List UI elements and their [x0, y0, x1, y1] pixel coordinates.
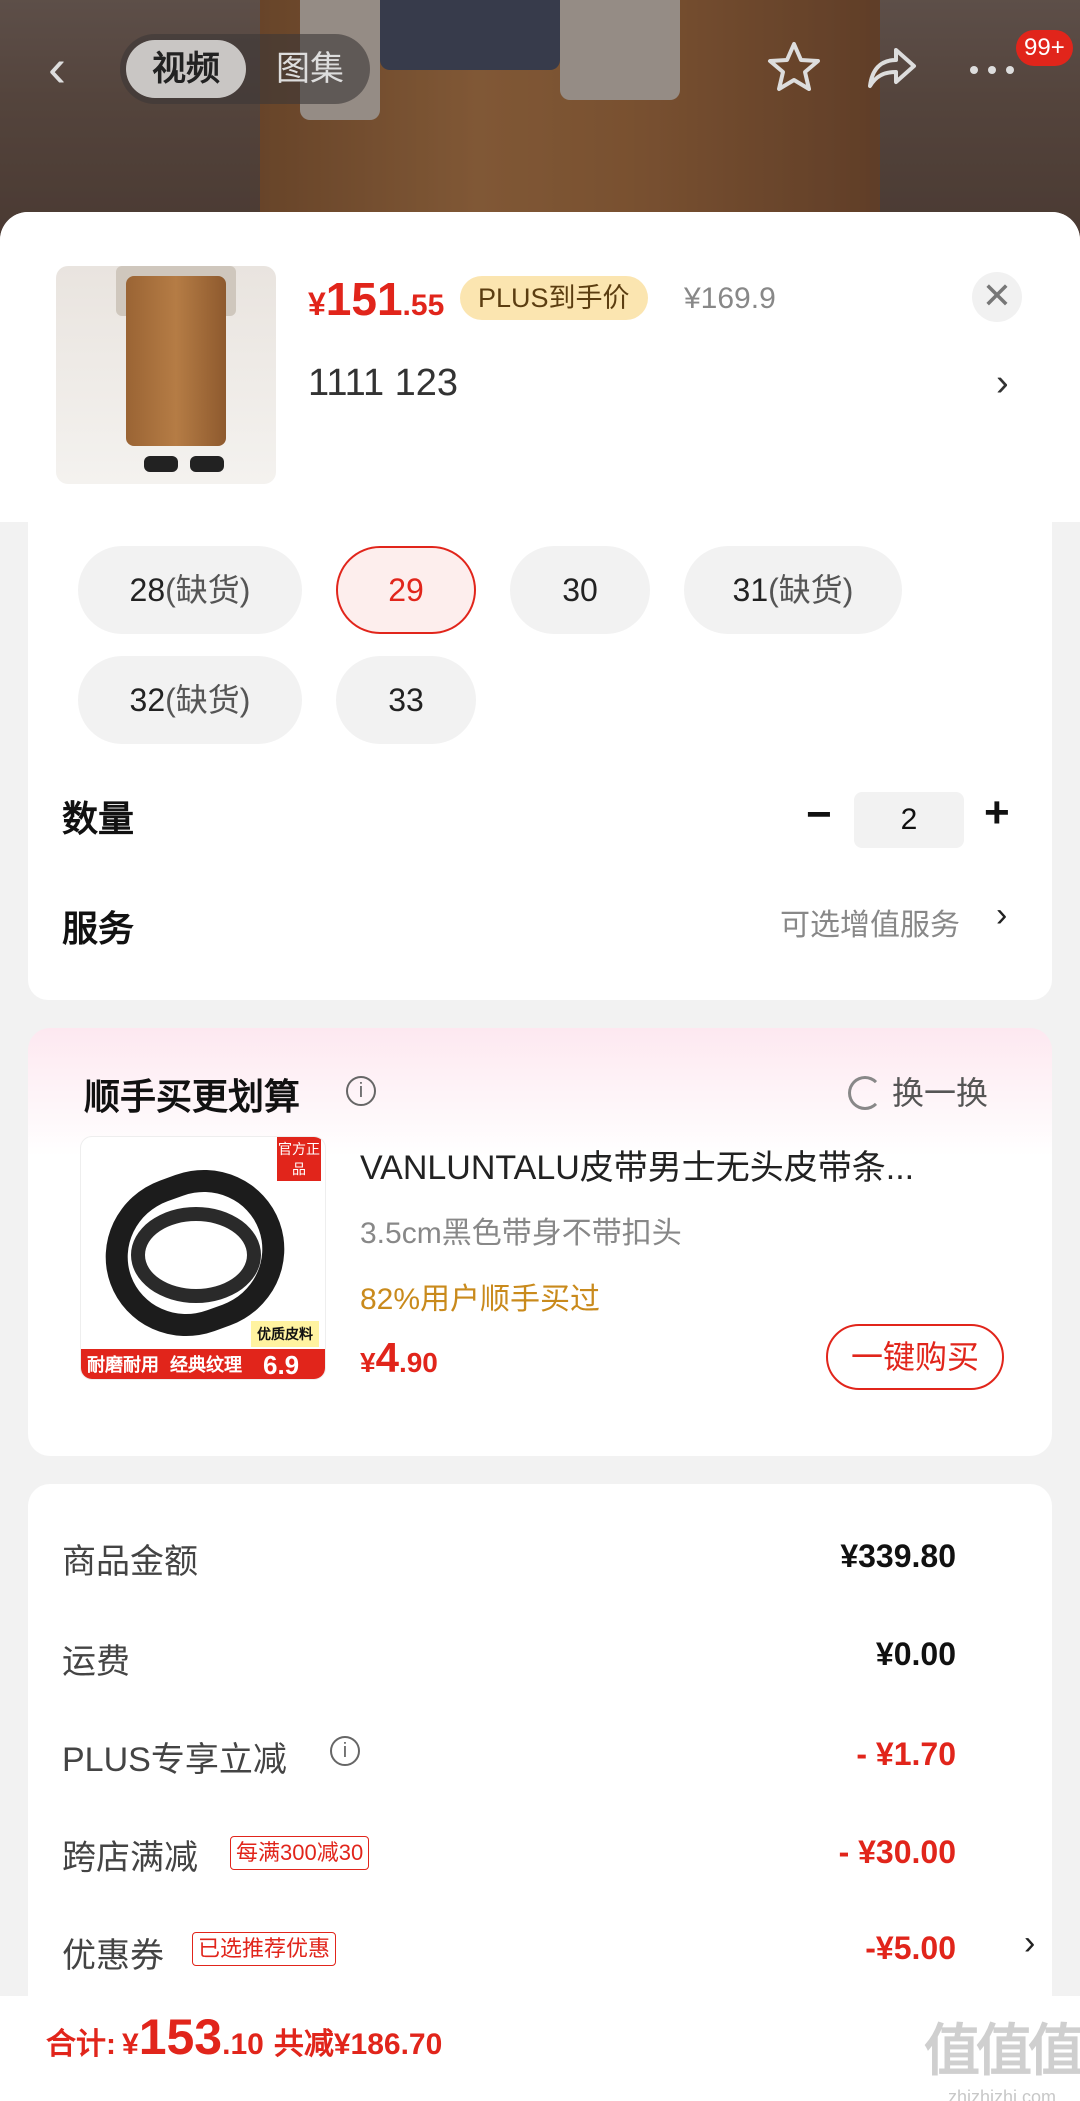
goods-amount-value: ¥339.80: [840, 1538, 956, 1574]
more-icon[interactable]: [962, 38, 1022, 98]
size-label: 31: [732, 572, 769, 608]
addon-recommendation-card: 顺手买更划算 i 换一换 官方正品 耐磨耐用 经典纹理 优质皮料 6.9 VAN…: [28, 1028, 1052, 1456]
chevron-right-icon[interactable]: ›: [996, 362, 1009, 405]
size-option-29[interactable]: 29: [336, 546, 476, 634]
size-stock-note: (缺货): [165, 572, 251, 608]
total-saved: 共减¥186.70: [273, 2028, 443, 2061]
total-integer: 153: [138, 2009, 223, 2065]
official-tag: 官方正品: [277, 1137, 321, 1181]
image-quality-tag: 优质皮料: [251, 1321, 319, 1347]
price-integer: 4: [375, 1334, 399, 1381]
close-icon[interactable]: ✕: [972, 272, 1022, 322]
image-promo-a: 耐磨耐用: [87, 1355, 159, 1375]
total-symbol: ¥: [122, 2028, 139, 2061]
price-integer: 151: [325, 273, 403, 325]
tab-video[interactable]: 视频: [126, 40, 246, 98]
price-symbol: ¥: [360, 1347, 376, 1378]
addon-product-name[interactable]: VANLUNTALU皮带男士无头皮带条...: [360, 1140, 1020, 1189]
shipping-label: 运费: [62, 1643, 130, 1681]
chevron-right-icon[interactable]: ›: [1024, 1924, 1035, 1963]
coupon-value[interactable]: -¥5.00: [865, 1930, 956, 1967]
thumb-shoe: [190, 456, 224, 472]
thumb-shoe: [144, 456, 178, 472]
addon-title: 顺手买更划算: [84, 1076, 301, 1117]
cross-store-rule-tag: 每满300减30: [230, 1836, 370, 1870]
chevron-left-icon[interactable]: ‹: [48, 41, 88, 95]
size-option-28[interactable]: 28(缺货): [78, 546, 302, 634]
size-option-31[interactable]: 31(缺货): [684, 546, 902, 634]
addon-buyers-rate: 82%用户顺手买过: [360, 1283, 601, 1316]
info-icon[interactable]: i: [330, 1736, 360, 1766]
size-label: 32: [129, 682, 166, 718]
product-thumbnail: [56, 266, 276, 484]
cross-store-discount-label: 跨店满减: [62, 1839, 198, 1877]
plus-discount-value: - ¥1.70: [856, 1736, 956, 1772]
quantity-label: 数量: [62, 798, 135, 839]
shipping-value: ¥0.00: [875, 1636, 956, 1672]
coupon-label: 优惠券: [62, 1937, 164, 1975]
size-label: 30: [562, 572, 598, 608]
size-stock-note: (缺货): [165, 682, 251, 718]
size-option-32[interactable]: 32(缺货): [78, 656, 302, 744]
product-summary: ¥ 151 .55 PLUS到手价 ¥169.9 ✕ 1111 123 ›: [0, 212, 1080, 522]
checkout-bar: 合计: ¥ 153 .10 共减¥186.70 值值值 zhizhizhi.co…: [0, 1996, 1080, 2101]
addon-price: ¥ 4 .90: [360, 1334, 438, 1382]
size-label: 33: [388, 682, 424, 718]
price-symbol: ¥: [308, 286, 326, 322]
price-decimal: .55: [402, 289, 445, 322]
media-tab-switch[interactable]: 视频 图集: [120, 34, 370, 104]
thumb-pants: [126, 276, 226, 446]
share-icon[interactable]: [862, 38, 922, 98]
refresh-label: 换一换: [892, 1075, 989, 1111]
image-promo-strip: 耐磨耐用 经典纹理 优质皮料 6.9: [81, 1321, 325, 1380]
service-hint[interactable]: 可选增值服务: [780, 900, 960, 944]
quantity-decrease-button[interactable]: −: [806, 790, 832, 840]
size-stock-note: (缺货): [768, 572, 854, 608]
watermark-logo: 值值值: [924, 2019, 1080, 2082]
coupon-selected-tag: 已选推荐优惠: [192, 1932, 337, 1966]
total-decimal: .10: [222, 2028, 264, 2061]
belt-picture: [131, 1207, 261, 1303]
selected-spec[interactable]: 1111 123: [308, 362, 458, 405]
current-price: ¥ 151 .55: [308, 272, 444, 332]
original-price: ¥169.9: [684, 282, 776, 315]
refresh-icon: [848, 1076, 882, 1110]
addon-product-image[interactable]: 官方正品 耐磨耐用 经典纹理 优质皮料 6.9: [80, 1136, 326, 1380]
one-click-buy-button[interactable]: 一键购买: [826, 1324, 1004, 1390]
size-label: 28: [129, 572, 166, 608]
plus-price-tag: PLUS到手价: [460, 276, 648, 320]
image-promo-b: 经典纹理: [170, 1355, 243, 1375]
size-option-30[interactable]: 30: [510, 546, 650, 634]
quantity-input[interactable]: 2: [854, 792, 964, 848]
message-count-badge: 99+: [1016, 30, 1073, 66]
size-label: 29: [388, 572, 424, 608]
goods-amount-label: 商品金额: [62, 1543, 198, 1581]
site-watermark: 值值值 zhizhizhi.com: [924, 2006, 1080, 2101]
refresh-button[interactable]: 换一换: [848, 1068, 988, 1114]
total-label: 合计:: [46, 2028, 116, 2061]
plus-discount-label: PLUS专享立减: [62, 1741, 287, 1779]
order-total: 合计: ¥ 153 .10 共减¥186.70: [46, 2008, 442, 2066]
cross-store-discount-value: - ¥30.00: [838, 1834, 956, 1870]
price-decimal: .90: [398, 1347, 438, 1378]
star-icon[interactable]: [764, 38, 824, 98]
purchase-sheet: ¥ 151 .55 PLUS到手价 ¥169.9 ✕ 1111 123 › 28…: [0, 212, 1080, 2101]
tab-gallery[interactable]: 图集: [260, 40, 360, 98]
service-label: 服务: [62, 908, 135, 949]
chevron-right-icon[interactable]: ›: [996, 896, 1007, 935]
image-price: 6.9: [263, 1350, 300, 1380]
addon-product-spec: 3.5cm黑色带身不带扣头: [360, 1217, 682, 1250]
info-icon[interactable]: i: [346, 1076, 376, 1106]
watermark-url: zhizhizhi.com: [947, 2087, 1057, 2101]
size-option-33[interactable]: 33: [336, 656, 476, 744]
quantity-increase-button[interactable]: +: [984, 788, 1010, 838]
